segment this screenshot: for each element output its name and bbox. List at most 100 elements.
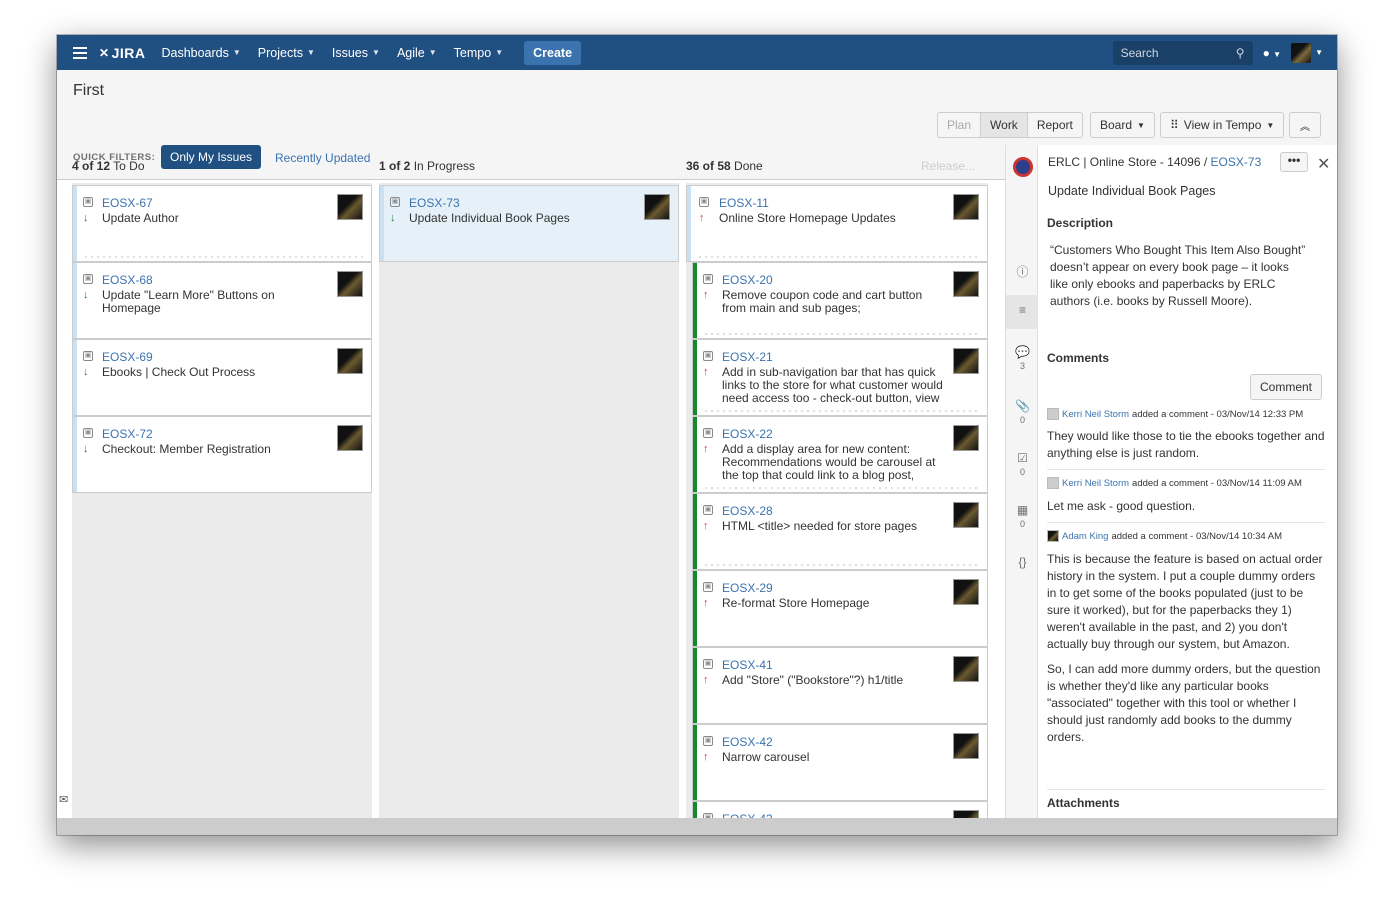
- avatar: [1291, 42, 1312, 63]
- issue-card[interactable]: ▣ EOSX-42 ↑ Narrow carousel: [692, 724, 988, 801]
- horizontal-scrollbar[interactable]: [57, 818, 1337, 835]
- avatar: [953, 425, 979, 451]
- avatar: [953, 194, 979, 220]
- comment-meta: Kerri Neil Storm added a comment - 03/Nov…: [1047, 477, 1302, 489]
- app-switcher-icon[interactable]: [73, 46, 87, 59]
- issue-card[interactable]: ▣ EOSX-67 ↓ Update Author: [72, 185, 372, 262]
- comment-author[interactable]: Kerri Neil Storm: [1062, 478, 1129, 489]
- story-icon: ▣: [83, 274, 93, 284]
- issue-key[interactable]: EOSX-22: [722, 427, 773, 441]
- issue-summary: Checkout: Member Registration: [102, 443, 271, 456]
- column-header-todo: 4 of 12 To Do: [72, 159, 145, 173]
- comment-button[interactable]: Comment: [1250, 374, 1323, 400]
- issue-key[interactable]: EOSX-20: [722, 273, 773, 287]
- issue-key[interactable]: EOSX-69: [102, 350, 153, 364]
- priority-high-icon: ↑: [703, 674, 709, 686]
- worklog-icon[interactable]: ▦ 0: [1006, 503, 1039, 529]
- nav-dashboards[interactable]: Dashboards ▼: [161, 46, 240, 60]
- comments-icon[interactable]: 💬 3: [1006, 345, 1039, 371]
- issue-card[interactable]: ▣ EOSX-11 ↑ Online Store Homepage Updates: [686, 185, 988, 262]
- attachment-icon[interactable]: 📎 0: [1006, 399, 1039, 425]
- issue-key-link[interactable]: EOSX-73: [1211, 155, 1262, 169]
- priority-high-icon: ↑: [703, 289, 709, 301]
- issue-key[interactable]: EOSX-67: [102, 196, 153, 210]
- collapse-header-button[interactable]: ︽: [1289, 112, 1321, 138]
- nav-projects[interactable]: Projects ▼: [258, 46, 315, 60]
- avatar: [337, 271, 363, 297]
- priority-low-icon: ↓: [83, 212, 89, 224]
- info-icon[interactable]: ⓘ: [1006, 263, 1039, 280]
- mode-work[interactable]: Work: [981, 113, 1028, 137]
- comment-meta: Adam King added a comment - 03/Nov/14 10:…: [1047, 530, 1282, 542]
- issue-summary: Re-format Store Homepage: [722, 597, 870, 610]
- issue-card[interactable]: ▣ EOSX-68 ↓ Update "Learn More" Buttons on …: [72, 262, 372, 339]
- priority-high-icon: ↑: [703, 443, 709, 455]
- search-input[interactable]: Search ⚲: [1112, 40, 1253, 65]
- view-in-tempo-button[interactable]: ⠿ View in Tempo ▼: [1160, 112, 1285, 138]
- column-header-in-progress: 1 of 2 In Progress: [379, 159, 476, 173]
- priority-high-icon: ↑: [703, 520, 709, 532]
- issue-card[interactable]: ▣ EOSX-72 ↓ Checkout: Member Registration: [72, 416, 372, 493]
- avatar: [953, 348, 979, 374]
- filter-only-my-issues[interactable]: Only My Issues: [161, 145, 262, 169]
- avatar: [644, 194, 670, 220]
- nav-tempo[interactable]: Tempo ▼: [454, 46, 503, 60]
- story-icon: ▣: [703, 505, 713, 515]
- issue-card[interactable]: ▣ EOSX-69 ↓ Ebooks | Check Out Process: [72, 339, 372, 416]
- issue-card[interactable]: ▣ EOSX-20 ↑ Remove coupon code and cart but…: [692, 262, 988, 339]
- issue-key[interactable]: EOSX-72: [102, 427, 153, 441]
- mode-plan[interactable]: Plan: [938, 113, 982, 137]
- avatar: [953, 733, 979, 759]
- comment-author[interactable]: Adam King: [1062, 531, 1108, 542]
- column-todo: ▣ EOSX-67 ↓ Update Author ▣ EOSX-68 ↓ Update "…: [72, 183, 372, 823]
- issue-card[interactable]: ▣ EOSX-22 ↑ Add a display area for new cont…: [692, 416, 988, 493]
- story-icon: ▣: [703, 428, 713, 438]
- board-button[interactable]: Board ▼: [1090, 112, 1155, 138]
- description-icon[interactable]: ≡: [1006, 295, 1039, 329]
- create-button[interactable]: Create: [524, 40, 582, 65]
- nav-issues[interactable]: Issues ▼: [332, 46, 380, 60]
- help-icon[interactable]: ● ▼: [1263, 46, 1282, 60]
- avatar: [953, 502, 979, 528]
- chevron-down-icon: ▼: [1266, 120, 1275, 130]
- feedback-mail-icon[interactable]: ✉: [59, 793, 73, 807]
- issue-card-selected[interactable]: ▣ EOSX-73 ↓ Update Individual Book Pages: [379, 185, 679, 262]
- issue-key[interactable]: EOSX-42: [722, 735, 773, 749]
- release-link[interactable]: Release...: [921, 159, 975, 173]
- mode-report[interactable]: Report: [1028, 113, 1082, 137]
- priority-low-icon: ↓: [83, 443, 89, 455]
- issue-card[interactable]: ▣ EOSX-41 ↑ Add "Store" ("Bookstore"?) h1/t…: [692, 647, 988, 724]
- issue-key[interactable]: EOSX-21: [722, 350, 773, 364]
- comment-body: Let me ask - good question.: [1047, 499, 1196, 513]
- issue-key[interactable]: EOSX-73: [409, 196, 460, 210]
- avatar: [1047, 530, 1059, 542]
- issue-key[interactable]: EOSX-28: [722, 504, 773, 518]
- story-icon: ▣: [703, 582, 713, 592]
- close-icon[interactable]: ✕: [1317, 154, 1330, 174]
- nav-agile[interactable]: Agile ▼: [397, 46, 437, 60]
- issue-card[interactable]: ▣ EOSX-28 ↑ HTML <title> needed for store p…: [692, 493, 988, 570]
- issue-title: Update Individual Book Pages: [1048, 184, 1216, 198]
- detail-nav-icons: ⓘ ≡ 💬 3 📎 0 ☑ 0 ▦ 0 {}: [1005, 145, 1039, 835]
- issue-card[interactable]: ▣ EOSX-21 ↑ Add in sub-navigation bar that …: [692, 339, 988, 416]
- comment-meta: Kerri Neil Storm added a comment - 03/Nov…: [1047, 408, 1303, 420]
- issue-key[interactable]: EOSX-41: [722, 658, 773, 672]
- code-icon[interactable]: {}: [1006, 555, 1039, 569]
- issue-key[interactable]: EOSX-68: [102, 273, 153, 287]
- mode-switcher: Plan Work Report: [937, 112, 1083, 138]
- story-icon: ▣: [703, 659, 713, 669]
- jira-logo[interactable]: ✕ JIRA: [99, 45, 145, 61]
- issue-summary: Add a display area for new content: Reco…: [722, 443, 936, 482]
- filter-recently-updated[interactable]: Recently Updated: [275, 151, 370, 165]
- issue-key[interactable]: EOSX-11: [719, 196, 769, 210]
- issue-key[interactable]: EOSX-29: [722, 581, 773, 595]
- subtasks-icon[interactable]: ☑ 0: [1006, 451, 1039, 477]
- issue-card[interactable]: ▣ EOSX-29 ↑ Re-format Store Homepage: [692, 570, 988, 647]
- comment-body: This is because the feature is based on …: [1047, 552, 1323, 651]
- user-menu[interactable]: ▼: [1291, 42, 1323, 63]
- chevron-down-icon: ▼: [1315, 48, 1323, 57]
- page-title: First: [73, 82, 105, 99]
- more-actions-button[interactable]: •••: [1280, 152, 1308, 172]
- grid-icon: ⠿: [1170, 118, 1179, 132]
- comment-author[interactable]: Kerri Neil Storm: [1062, 409, 1129, 420]
